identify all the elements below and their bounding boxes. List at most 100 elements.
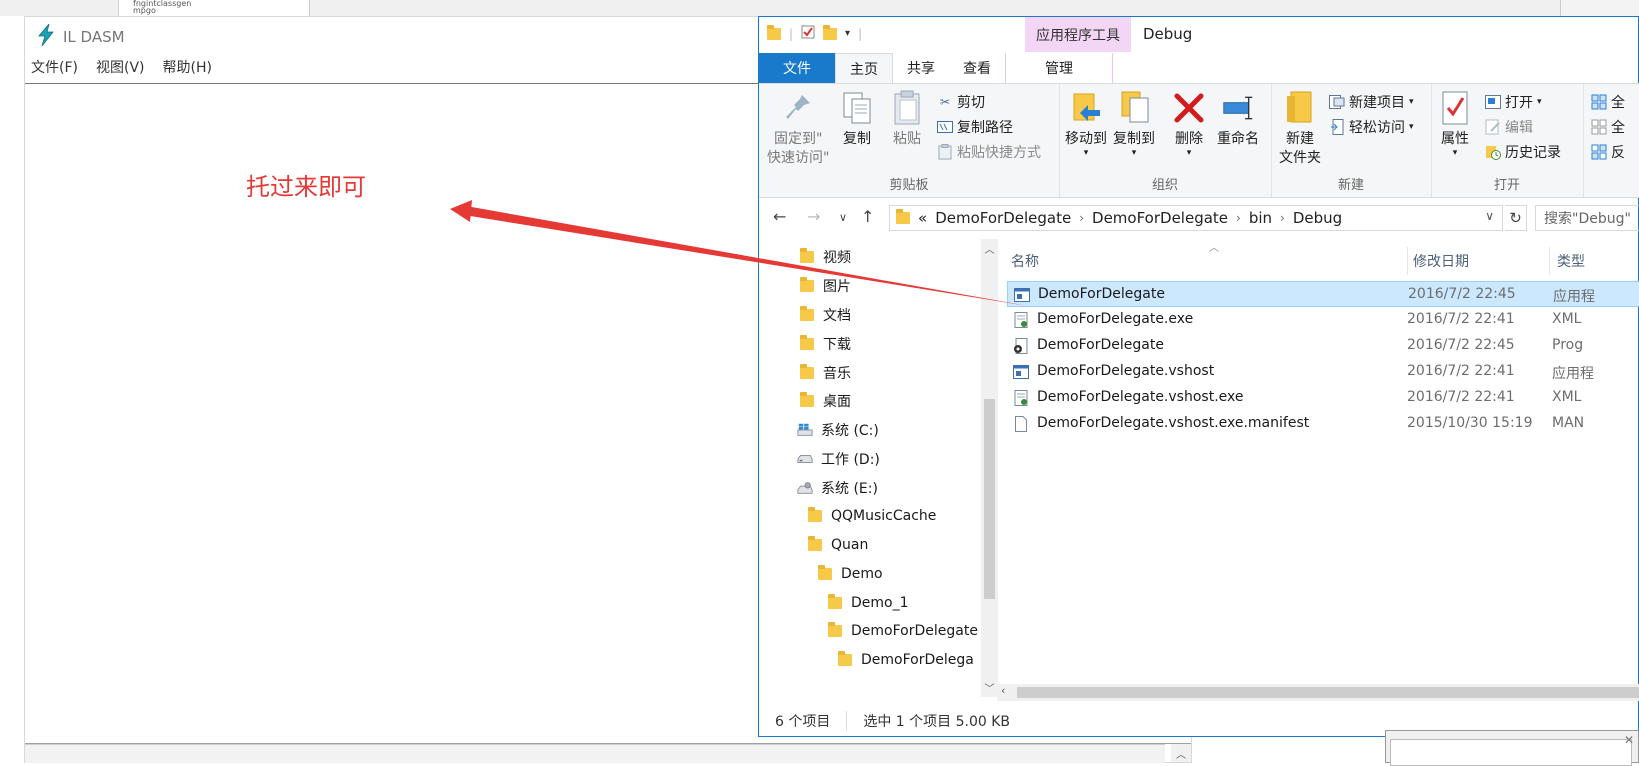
scrollbar-thumb[interactable] xyxy=(984,399,995,599)
breadcrumb-item[interactable]: Debug xyxy=(1293,209,1342,227)
nav-item-folder[interactable]: QQMusicCache xyxy=(807,504,936,528)
menu-view[interactable]: 视图(V) xyxy=(96,57,145,77)
paste-shortcut-icon xyxy=(937,144,953,160)
tab-file[interactable]: 文件 xyxy=(759,53,835,83)
ildasm-statusbar xyxy=(25,744,1165,763)
blank-file-icon xyxy=(1013,416,1029,432)
nav-item-drive-e[interactable]: 系统 (E:) xyxy=(797,476,878,500)
chevron-right-icon[interactable]: › xyxy=(1280,211,1285,225)
recent-chevron-down-icon[interactable]: ∨ xyxy=(839,211,847,224)
item-count: 6 个项目 xyxy=(775,714,831,730)
column-header-date[interactable]: 修改日期 xyxy=(1413,247,1469,275)
refresh-icon[interactable]: ↻ xyxy=(1505,205,1527,231)
move-to-button[interactable]: 移动到 ▾ xyxy=(1065,90,1107,158)
menu-help[interactable]: 帮助(H) xyxy=(163,57,212,77)
file-row[interactable]: DemoForDelegate.vshost 2016/7/2 22:41 应用… xyxy=(997,359,1639,385)
nav-item-music[interactable]: 音乐 xyxy=(799,361,851,385)
copy-to-button[interactable]: 复制到 ▾ xyxy=(1113,90,1155,158)
navigation-pane-scrollbar[interactable]: ︿ ﹀ xyxy=(981,239,998,697)
chevron-down-icon[interactable]: ▾ xyxy=(845,28,850,39)
select-all-button[interactable]: 全 xyxy=(1591,92,1625,112)
nav-item-folder[interactable]: DemoForDelegate xyxy=(827,619,978,643)
delete-button[interactable]: 删除 ▾ xyxy=(1173,90,1205,158)
file-row[interactable]: DemoForDelegate.exe 2016/7/2 22:41 XML xyxy=(997,307,1639,333)
new-folder-button[interactable]: 新建 文件夹 xyxy=(1279,90,1321,168)
new-folder-icon xyxy=(1284,90,1316,126)
tab-share[interactable]: 共享 xyxy=(893,53,949,83)
drive-icon xyxy=(797,451,813,467)
ildasm-logo-icon xyxy=(37,23,55,50)
edit-button[interactable]: 编辑 xyxy=(1485,117,1533,137)
history-button[interactable]: 历史记录 xyxy=(1485,142,1561,162)
documents-folder-icon xyxy=(799,306,815,323)
nav-item-drive-c[interactable]: 系统 (C:) xyxy=(797,418,879,442)
properties-button[interactable]: 属性 ▾ xyxy=(1439,90,1471,158)
nav-item-pictures[interactable]: 图片 xyxy=(799,274,851,298)
search-input[interactable]: 搜索"Debug" xyxy=(1535,205,1639,231)
up-arrow-icon[interactable]: ↑ xyxy=(861,207,874,226)
contextual-tab-group: 应用程序工具 xyxy=(1025,17,1131,52)
tab-home[interactable]: 主页 xyxy=(835,53,893,84)
nav-item-folder[interactable]: Demo_1 xyxy=(827,591,909,615)
new-item-icon xyxy=(1329,94,1345,110)
copy-button[interactable]: 复制 xyxy=(841,90,873,149)
file-row[interactable]: DemoForDelegate 2016/7/2 22:45 应用程 xyxy=(1007,281,1639,307)
column-header-name[interactable]: 名称 xyxy=(1011,247,1039,275)
ildasm-title: IL DASM xyxy=(63,28,125,46)
folder-icon xyxy=(896,209,910,224)
nav-item-desktop[interactable]: 桌面 xyxy=(799,389,851,413)
new-folder-icon[interactable] xyxy=(823,24,838,40)
file-row[interactable]: DemoForDelegate.vshost.exe 2016/7/2 22:4… xyxy=(997,385,1639,411)
sort-up-icon: ︿ xyxy=(1209,243,1219,254)
address-bar[interactable]: « DemoForDelegate › DemoForDelegate › bi… xyxy=(889,205,1503,231)
taskbar-thumbnail-preview[interactable]: ✕ xyxy=(1385,730,1639,766)
paste-button[interactable]: 粘贴 xyxy=(891,90,923,149)
tab-manage[interactable]: 管理 xyxy=(1005,53,1113,84)
menu-file[interactable]: 文件(F) xyxy=(31,57,78,77)
explorer-window: | ▾ | 应用程序工具 Debug 文件 主页 共享 查看 管理 固定到" 快… xyxy=(758,16,1639,737)
easy-access-button[interactable]: 轻松访问 ▾ xyxy=(1329,117,1414,137)
nav-item-videos[interactable]: 视频 xyxy=(799,245,851,269)
column-header-type[interactable]: 类型 xyxy=(1557,247,1585,275)
nav-item-folder[interactable]: Quan xyxy=(807,533,868,557)
address-dropdown-icon[interactable]: ∨ xyxy=(1485,209,1494,223)
breadcrumb-overflow[interactable]: « xyxy=(918,209,927,227)
nav-item-downloads[interactable]: 下载 xyxy=(799,332,851,356)
scrollbar-thumb[interactable] xyxy=(1017,687,1639,698)
scroll-down-arrow-icon[interactable]: ﹀ xyxy=(981,680,998,695)
pin-quick-access-button[interactable]: 固定到" 快速访问" xyxy=(767,90,829,168)
new-item-button[interactable]: 新建项目 ▾ xyxy=(1329,92,1414,112)
file-row[interactable]: DemoForDelegate 2016/7/2 22:45 Prog xyxy=(997,333,1639,359)
back-arrow-icon[interactable]: ← xyxy=(773,207,786,226)
chevron-right-icon[interactable]: › xyxy=(1236,211,1241,225)
open-button[interactable]: 打开 ▾ xyxy=(1485,92,1542,112)
select-none-button[interactable]: 全 xyxy=(1591,117,1625,137)
chevron-down-icon: ▾ xyxy=(1409,97,1414,107)
ribbon-tabs: 文件 主页 共享 查看 管理 xyxy=(759,53,1639,84)
ribbon: 固定到" 快速访问" 复制 粘贴 ✂ 剪切 复制路径 粘贴快捷方式 剪贴板 移动… xyxy=(759,83,1639,198)
paste-shortcut-button[interactable]: 粘贴快捷方式 xyxy=(937,142,1041,162)
breadcrumb-item[interactable]: bin xyxy=(1249,209,1272,227)
scroll-up-arrow-icon[interactable]: ︿ xyxy=(981,241,998,256)
cut-button[interactable]: ✂ 剪切 xyxy=(937,92,985,112)
scroll-left-arrow-icon[interactable]: ‹ xyxy=(1001,684,1005,697)
nav-item-documents[interactable]: 文档 xyxy=(799,303,851,327)
copy-path-button[interactable]: 复制路径 xyxy=(937,117,1013,137)
nav-item-folder[interactable]: DemoForDelega xyxy=(837,648,974,672)
nav-item-folder[interactable]: Demo xyxy=(817,562,883,586)
breadcrumb-item[interactable]: DemoForDelegate xyxy=(935,209,1071,227)
properties-check-icon[interactable] xyxy=(801,25,815,42)
close-icon[interactable]: ✕ xyxy=(1624,733,1634,747)
rename-button[interactable]: 重命名 xyxy=(1217,90,1259,149)
chevron-down-icon: ▾ xyxy=(1537,97,1542,107)
scroll-up-arrow-icon[interactable]: ︿ xyxy=(1171,744,1191,762)
forward-arrow-icon[interactable]: → xyxy=(807,207,820,226)
tab-view[interactable]: 查看 xyxy=(949,53,1005,83)
invert-selection-button[interactable]: 反 xyxy=(1591,142,1625,162)
nav-item-drive-d[interactable]: 工作 (D:) xyxy=(797,447,880,471)
select-none-icon xyxy=(1591,119,1607,135)
breadcrumb-item[interactable]: DemoForDelegate xyxy=(1092,209,1228,227)
chevron-right-icon[interactable]: › xyxy=(1079,211,1084,225)
file-list-horizontal-scrollbar[interactable]: ‹ xyxy=(997,684,1639,701)
file-row[interactable]: DemoForDelegate.vshost.exe.manifest 2015… xyxy=(997,411,1639,437)
